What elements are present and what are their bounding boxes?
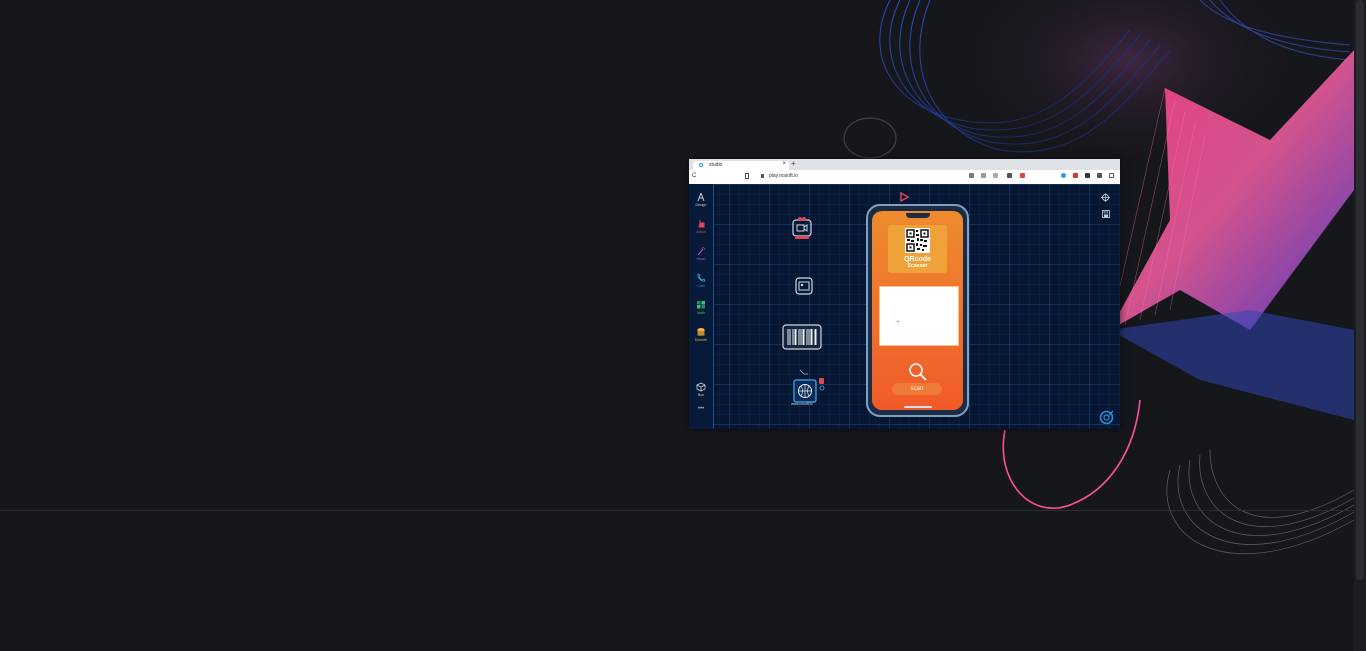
browser-tab-bar: studio × + xyxy=(689,159,1120,170)
nosoft-logo-icon xyxy=(1099,410,1114,425)
camera-icon[interactable] xyxy=(969,173,974,178)
barcode-component-icon[interactable] xyxy=(782,324,822,350)
studio-favicon-icon xyxy=(699,163,703,167)
warning-icon[interactable] xyxy=(1020,173,1025,178)
crosshair-target-icon[interactable] xyxy=(1101,193,1110,202)
sidebar-item-label: Box xyxy=(697,393,705,397)
more-options-icon[interactable]: ••• xyxy=(689,406,713,412)
cast-icon[interactable] xyxy=(981,173,986,178)
magic-wand-icon xyxy=(697,247,705,256)
scrollbar-thumb[interactable] xyxy=(1356,0,1364,580)
tab-title: studio xyxy=(709,162,723,168)
globe-web-component-icon[interactable] xyxy=(793,377,827,405)
sidebar-item-design[interactable]: Design xyxy=(689,192,713,207)
browser-address-bar: C play.nosoft.io xyxy=(689,170,1120,185)
tab-close-icon[interactable]: × xyxy=(782,161,786,167)
camera-view[interactable]: + xyxy=(879,286,959,346)
crosshair-icon: + xyxy=(896,319,901,326)
phone-preview: QRcode Scanner + scan xyxy=(866,204,969,417)
sidebar-toggle-icon[interactable] xyxy=(1109,173,1114,178)
page-scrollbar[interactable] xyxy=(1354,0,1366,651)
url-field[interactable]: play.nosoft.io xyxy=(769,173,798,179)
lock-icon xyxy=(761,174,764,178)
extension-icon[interactable] xyxy=(1085,173,1090,178)
phone-icon xyxy=(697,273,706,282)
reload-icon[interactable]: C xyxy=(692,173,696,179)
new-tab-button[interactable]: + xyxy=(791,159,796,168)
browser-tab[interactable]: studio × xyxy=(693,161,789,170)
extension-icon[interactable] xyxy=(1073,173,1078,178)
bookmark-icon[interactable] xyxy=(745,173,749,179)
puzzle-icon[interactable] xyxy=(1097,173,1102,178)
compass-icon xyxy=(697,192,705,202)
image-component-icon[interactable] xyxy=(795,277,813,295)
video-camera-component-icon[interactable] xyxy=(791,216,813,240)
sidebar-item-visuel[interactable]: Visuel xyxy=(689,246,713,261)
sidebar-item-label: Com xyxy=(697,284,705,288)
qr-code-icon xyxy=(905,228,930,253)
studio-canvas[interactable]: Design Action Visuel Com Math Donnée Box… xyxy=(689,184,1120,429)
app-subtitle: Scanner xyxy=(907,263,928,269)
extension-icon[interactable] xyxy=(1061,173,1066,178)
tool-sidebar: Design Action Visuel Com Math Donnée Box… xyxy=(689,184,714,429)
sidebar-item-com[interactable]: Com xyxy=(689,273,713,288)
play-icon[interactable] xyxy=(899,192,909,202)
phone-notch xyxy=(906,213,930,218)
sidebar-item-label: Math xyxy=(697,311,705,315)
sidebar-item-label: Donnée xyxy=(694,338,708,342)
share-icon[interactable] xyxy=(993,173,998,178)
sidebar-item-math[interactable]: Math xyxy=(689,300,713,315)
save-icon[interactable] xyxy=(1102,210,1110,218)
scan-button[interactable]: scan xyxy=(892,383,942,395)
magnifier-icon xyxy=(909,363,927,381)
studio-screenshot: studio × + C play.nosoft.io Design Actio… xyxy=(689,159,1120,429)
phone-screen: QRcode Scanner + scan xyxy=(872,211,963,410)
globe-caption: www.nosoft.io xyxy=(791,402,813,406)
sidebar-item-label: Visuel xyxy=(696,257,706,261)
sidebar-item-label: Action xyxy=(696,230,706,234)
cube-icon xyxy=(696,382,706,392)
hand-pointer-icon xyxy=(698,220,705,228)
sidebar-item-label: Design xyxy=(695,203,707,207)
database-icon xyxy=(697,328,705,336)
sidebar-item-donnee[interactable]: Donnée xyxy=(689,327,713,342)
home-indicator xyxy=(904,406,932,408)
shield-icon[interactable] xyxy=(1007,173,1012,178)
qrcode-logo: QRcode Scanner xyxy=(888,225,947,273)
sidebar-item-box[interactable]: Box xyxy=(689,382,713,397)
sidebar-item-action[interactable]: Action xyxy=(689,219,713,234)
plus-minus-icon xyxy=(697,301,705,309)
divider-line xyxy=(0,510,1366,511)
link-connector-icon xyxy=(799,369,808,375)
decorative-background-art xyxy=(843,0,1355,555)
